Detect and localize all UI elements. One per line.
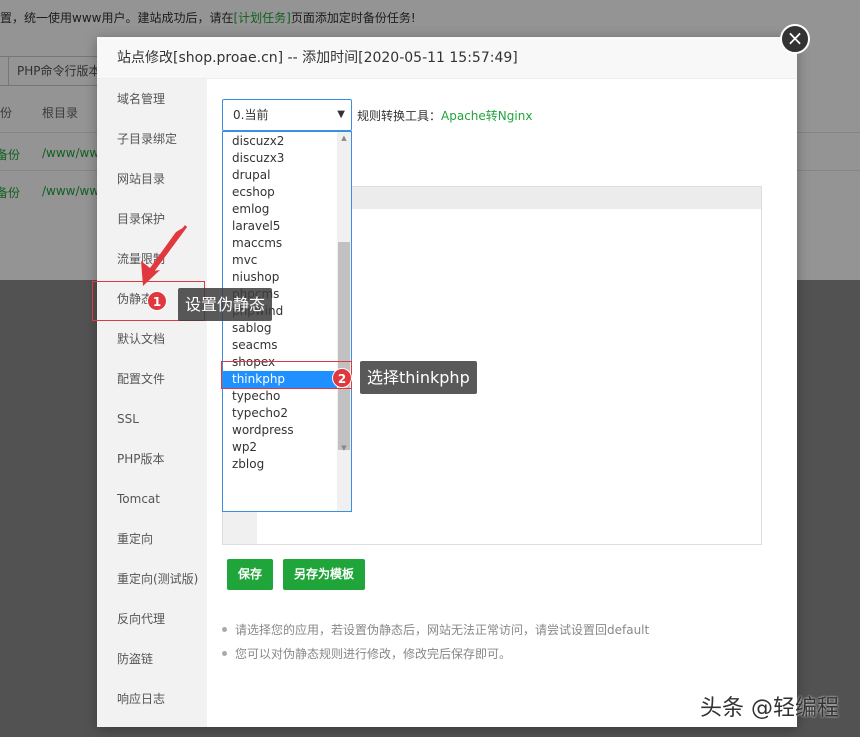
- sidebar-item-default-doc[interactable]: 默认文档: [117, 329, 165, 349]
- caret-down-icon: ▼: [337, 109, 345, 120]
- rewrite-panel: 0.当前 ▼ 规则转换工具：Apache转Nginx discuzx2 disc…: [207, 79, 797, 727]
- apache-to-nginx-link[interactable]: Apache转Nginx: [441, 109, 532, 123]
- option-niushop[interactable]: niushop: [223, 269, 337, 286]
- step-1-badge: 1: [147, 291, 167, 311]
- option-discuzx2[interactable]: discuzx2: [223, 133, 337, 150]
- option-drupal[interactable]: drupal: [223, 167, 337, 184]
- sidebar-item-response-log[interactable]: 响应日志: [117, 689, 165, 709]
- option-zblog[interactable]: zblog: [223, 456, 337, 473]
- option-sablog[interactable]: sablog: [223, 320, 337, 337]
- rule-convert-label: 规则转换工具：Apache转Nginx: [357, 109, 533, 123]
- sidebar-item-site-dir[interactable]: 网站目录: [117, 169, 165, 189]
- watermark: 头条 @轻编程: [700, 696, 839, 721]
- rewrite-template-select[interactable]: 0.当前 ▼: [222, 99, 352, 131]
- sidebar-item-config-file[interactable]: 配置文件: [117, 369, 165, 389]
- dialog-title: 站点修改[shop.proae.cn] -- 添加时间[2020-05-11 1…: [97, 37, 797, 79]
- scroll-down-icon[interactable]: ▼: [337, 442, 351, 454]
- sidebar-item-tomcat[interactable]: Tomcat: [117, 489, 160, 509]
- step-1-callout: 设置伪静态: [178, 288, 273, 321]
- bullet-icon: [222, 627, 227, 632]
- close-icon[interactable]: ×: [780, 24, 810, 54]
- option-discuzx3[interactable]: discuzx3: [223, 150, 337, 167]
- sidebar-item-redirect[interactable]: 重定向: [117, 529, 153, 549]
- step-2-callout: 选择thinkphp: [360, 361, 477, 394]
- scroll-up-icon[interactable]: ▲: [337, 132, 351, 144]
- sidebar-item-redirect-beta[interactable]: 重定向(测试版): [117, 569, 198, 589]
- option-maccms[interactable]: maccms: [223, 235, 337, 252]
- dropdown-scrollbar[interactable]: ▲ ▼: [337, 132, 351, 511]
- tip-item: 您可以对伪静态规则进行修改，修改完后保存即可。: [222, 645, 511, 662]
- save-as-template-button[interactable]: 另存为模板: [283, 559, 365, 590]
- option-typecho[interactable]: typecho: [223, 388, 337, 405]
- tip-item: 请选择您的应用，若设置伪静态后，网站无法正常访问，请尝试设置回default: [222, 621, 649, 638]
- option-laravel5[interactable]: laravel5: [223, 218, 337, 235]
- step-2-badge: 2: [332, 368, 352, 388]
- option-wp2[interactable]: wp2: [223, 439, 337, 456]
- sidebar-item-php-version[interactable]: PHP版本: [117, 449, 165, 469]
- option-typecho2[interactable]: typecho2: [223, 405, 337, 422]
- save-button[interactable]: 保存: [227, 559, 273, 590]
- option-emlog[interactable]: emlog: [223, 201, 337, 218]
- sidebar-item-reverse-proxy[interactable]: 反向代理: [117, 609, 165, 629]
- option-ecshop[interactable]: ecshop: [223, 184, 337, 201]
- option-mvc[interactable]: mvc: [223, 252, 337, 269]
- sidebar-item-ssl[interactable]: SSL: [117, 409, 139, 429]
- option-wordpress[interactable]: wordpress: [223, 422, 337, 439]
- bullet-icon: [222, 651, 227, 656]
- sidebar-item-traffic-limit[interactable]: 流量限制: [117, 249, 165, 269]
- sidebar-item-dir-protect[interactable]: 目录保护: [117, 209, 165, 229]
- sidebar-item-subdir[interactable]: 子目录绑定: [117, 129, 177, 149]
- sidebar-item-hotlink[interactable]: 防盗链: [117, 649, 153, 669]
- dialog-sidebar: 域名管理 子目录绑定 网站目录 目录保护 流量限制 伪静态 默认文档 配置文件 …: [97, 79, 207, 727]
- rewrite-options-dropdown: discuzx2 discuzx3 drupal ecshop emlog la…: [222, 131, 352, 512]
- scrollbar-thumb[interactable]: [338, 242, 350, 450]
- option-seacms[interactable]: seacms: [223, 337, 337, 354]
- sidebar-item-domain[interactable]: 域名管理: [117, 89, 165, 109]
